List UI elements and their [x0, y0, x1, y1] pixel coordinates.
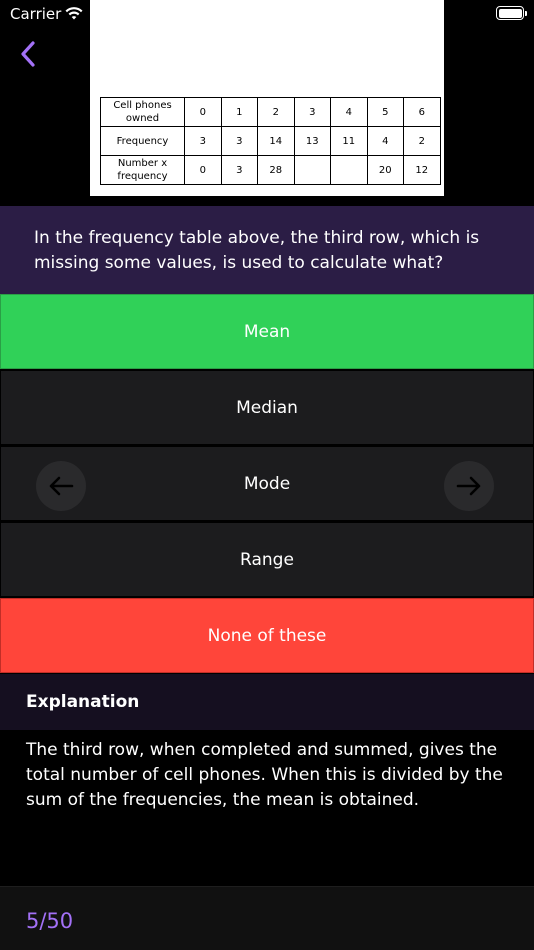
table-cell [330, 155, 368, 185]
question-figure: Cell phones owned 0 1 2 3 4 5 6 Frequenc… [90, 0, 444, 196]
table-cell: 4 [330, 97, 368, 127]
table-row: Cell phones owned 0 1 2 3 4 5 6 [100, 97, 441, 127]
chevron-left-icon [21, 41, 35, 67]
table-row-header: Cell phones owned [100, 97, 185, 127]
table-cell: 3 [293, 97, 331, 127]
explanation-title: Explanation [26, 692, 140, 712]
table-row: Frequency 3 3 14 13 11 4 2 [100, 126, 441, 156]
table-cell: 6 [403, 97, 441, 127]
wifi-icon [65, 7, 83, 20]
battery-icon [496, 6, 527, 20]
table-cell [293, 155, 331, 185]
frequency-table: Cell phones owned 0 1 2 3 4 5 6 Frequenc… [100, 97, 441, 185]
question-box: In the frequency table above, the third … [0, 206, 534, 294]
carrier-label: Carrier [10, 5, 62, 23]
table-cell: 3 [220, 155, 258, 185]
table-cell: 28 [257, 155, 295, 185]
table-cell: 5 [366, 97, 404, 127]
next-question-button[interactable] [444, 461, 494, 511]
explanation-text: The third row, when completed and summed… [26, 740, 503, 810]
table-row-header: Frequency [100, 126, 185, 156]
table-cell: 3 [220, 126, 258, 156]
table-cell: 14 [257, 126, 295, 156]
table-cell: 11 [330, 126, 368, 156]
table-cell: 2 [257, 97, 295, 127]
arrow-left-icon [49, 476, 74, 496]
table-cell: 0 [184, 97, 222, 127]
back-button[interactable] [12, 38, 44, 70]
answer-option-range[interactable]: Range [0, 522, 534, 597]
battery-level [498, 8, 522, 18]
table-cell: 4 [366, 126, 404, 156]
arrow-right-icon [456, 476, 481, 496]
table-row-header: Number x frequency [100, 155, 185, 185]
question-text: In the frequency table above, the third … [34, 228, 480, 273]
answer-option-none-of-these[interactable]: None of these [0, 598, 534, 673]
table-cell: 13 [293, 126, 331, 156]
table-cell: 0 [184, 155, 222, 185]
footer-bar: 5/50 [0, 886, 534, 950]
table-cell: 3 [184, 126, 222, 156]
table-cell: 20 [366, 155, 404, 185]
answer-option-mean[interactable]: Mean [0, 294, 534, 369]
table-row: Number x frequency 0 3 28 20 12 [100, 155, 441, 185]
explanation-header: Explanation [0, 674, 534, 730]
answer-option-median[interactable]: Median [0, 370, 534, 445]
table-cell: 12 [403, 155, 441, 185]
question-progress: 5/50 [26, 909, 74, 933]
table-cell: 1 [220, 97, 258, 127]
table-cell: 2 [403, 126, 441, 156]
previous-question-button[interactable] [36, 461, 86, 511]
